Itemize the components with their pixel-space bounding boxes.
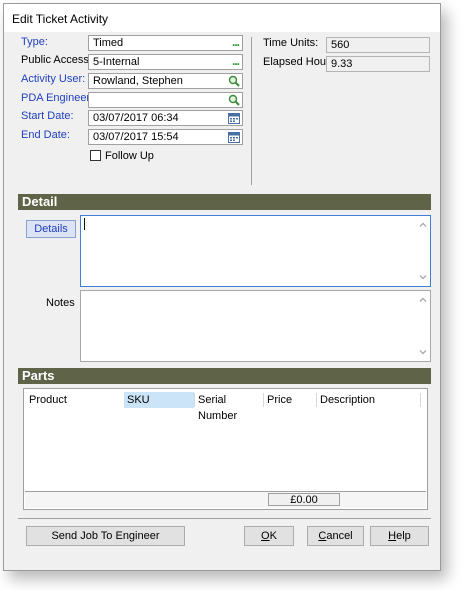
details-textarea[interactable] xyxy=(80,215,431,287)
end-date-field[interactable]: 03/07/2017 15:54 xyxy=(88,129,243,145)
column-header-sku[interactable]: SKU xyxy=(124,392,194,408)
bottom-divider xyxy=(18,518,431,519)
detail-section-header: Detail xyxy=(18,194,431,210)
start-date-field[interactable]: 03/07/2017 06:34 xyxy=(88,110,243,126)
edit-ticket-activity-dialog: Edit Ticket Activity Type: Timed ... Pub… xyxy=(3,3,441,571)
notes-textarea[interactable] xyxy=(80,290,431,362)
scroll-up-icon[interactable] xyxy=(419,221,427,229)
time-units-value: 560 xyxy=(331,39,350,51)
follow-up-checkbox[interactable] xyxy=(90,150,101,161)
activity-user-value: Rowland, Stephen xyxy=(93,75,183,87)
search-icon[interactable] xyxy=(228,94,240,106)
start-date-label: Start Date: xyxy=(21,110,74,122)
follow-up-label[interactable]: Follow Up xyxy=(105,150,154,162)
help-label: elp xyxy=(396,530,411,542)
cancel-button[interactable]: Cancel xyxy=(307,526,364,546)
title-bar: Edit Ticket Activity xyxy=(4,4,440,32)
public-access-field[interactable]: 5-Internal ... xyxy=(88,54,243,70)
time-units-label: Time Units: xyxy=(263,37,319,49)
start-date-value: 03/07/2017 06:34 xyxy=(93,112,179,124)
pda-engineer-field[interactable] xyxy=(88,92,243,108)
help-mnemonic: H xyxy=(388,530,397,542)
type-value: Timed xyxy=(93,37,124,49)
details-scrollbar[interactable] xyxy=(416,216,430,286)
details-button[interactable]: Details xyxy=(26,220,76,238)
type-label: Type: xyxy=(21,36,48,48)
parts-grid[interactable]: Product SKU Serial Number Price Descript… xyxy=(23,388,428,510)
scroll-down-icon[interactable] xyxy=(419,273,427,281)
time-units-field: 560 xyxy=(326,37,430,53)
parts-grid-footer: £0.00 xyxy=(25,491,426,508)
end-date-value: 03/07/2017 15:54 xyxy=(93,131,179,143)
scroll-down-icon[interactable] xyxy=(419,348,427,356)
text-cursor xyxy=(84,218,85,230)
window-title: Edit Ticket Activity xyxy=(12,12,109,26)
ok-mnemonic: O xyxy=(261,530,270,542)
vertical-divider xyxy=(251,37,252,185)
search-icon[interactable] xyxy=(228,75,240,87)
parts-total: £0.00 xyxy=(268,493,340,506)
elapsed-hours-value: 9.33 xyxy=(331,58,353,70)
notes-label: Notes xyxy=(46,297,75,309)
ok-button[interactable]: OK xyxy=(244,526,294,546)
help-button[interactable]: Help xyxy=(370,526,429,546)
column-header-price[interactable]: Price xyxy=(264,392,316,408)
column-divider xyxy=(420,393,421,407)
scroll-up-icon[interactable] xyxy=(419,296,427,304)
calendar-icon[interactable] xyxy=(228,131,240,143)
type-lookup-button[interactable]: ... xyxy=(232,36,240,49)
ok-label: K xyxy=(269,530,277,542)
cancel-label: ancel xyxy=(326,530,353,542)
column-header-product[interactable]: Product xyxy=(26,392,124,408)
activity-user-field[interactable]: Rowland, Stephen xyxy=(88,73,243,89)
end-date-label: End Date: xyxy=(21,129,70,141)
public-access-label: Public Access: xyxy=(21,54,92,66)
public-access-lookup-button[interactable]: ... xyxy=(232,55,240,68)
activity-user-label: Activity User: xyxy=(21,73,86,85)
column-header-serial-number[interactable]: Serial Number xyxy=(195,392,263,422)
public-access-value: 5-Internal xyxy=(93,56,140,68)
column-header-description[interactable]: Description xyxy=(317,392,419,408)
notes-scrollbar[interactable] xyxy=(416,291,430,361)
elapsed-hours-field: 9.33 xyxy=(326,56,430,72)
calendar-icon[interactable] xyxy=(228,112,240,124)
parts-section-header: Parts xyxy=(18,368,431,384)
type-field[interactable]: Timed ... xyxy=(88,35,243,51)
send-job-to-engineer-button[interactable]: Send Job To Engineer xyxy=(26,526,185,546)
pda-engineer-label: PDA Engineer: xyxy=(21,92,94,104)
